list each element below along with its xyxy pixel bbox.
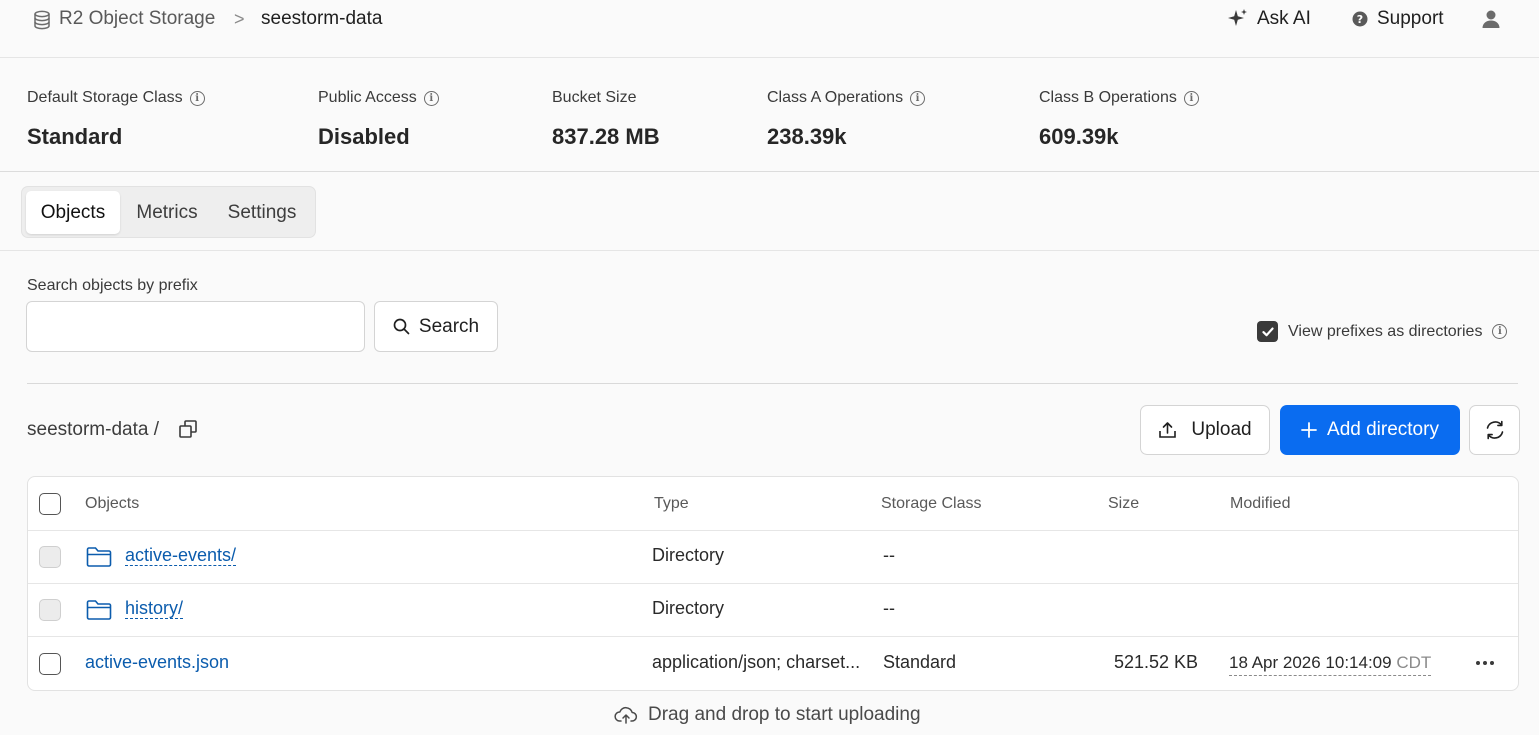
folder-icon [86,546,112,568]
view-prefixes-label: View prefixes as directories [1288,322,1483,340]
column-header-objects[interactable]: Objects [85,495,139,513]
sparkle-icon [1227,8,1249,30]
search-label: Search objects by prefix [27,277,198,294]
stat-label-text: Public Access [318,89,417,106]
object-storage-class: -- [883,598,895,618]
search-icon [393,318,410,335]
upload-icon [1158,421,1177,439]
stat-label-class-b-ops: Class B Operations i [1039,89,1199,107]
stat-value-storage-class: Standard [27,124,123,149]
refresh-button[interactable] [1469,405,1520,455]
breadcrumb-root-link[interactable]: R2 Object Storage [59,8,215,30]
stat-label-text: Class A Operations [767,89,904,106]
view-prefixes-checkbox[interactable] [1257,321,1278,342]
object-name-link[interactable]: active-events/ [125,545,236,566]
current-path: seestorm-data / [27,419,159,440]
search-button[interactable]: Search [374,301,498,352]
add-directory-button[interactable]: Add directory [1280,405,1460,455]
svg-text:?: ? [1357,13,1363,26]
column-header-modified[interactable]: Modified [1230,495,1290,513]
stat-label-text: Default Storage Class [27,89,183,106]
tab-settings[interactable]: Settings [214,191,310,234]
more-actions-icon[interactable] [1475,656,1495,670]
ask-ai-button[interactable]: Ask AI [1227,6,1311,32]
breadcrumb-separator: > [234,9,245,29]
table-row[interactable]: active-events.json application/json; cha… [28,637,1518,690]
table-row[interactable]: active-events/ Directory -- [28,531,1518,584]
stat-label-text: Class B Operations [1039,89,1177,106]
plus-icon [1301,422,1317,438]
table-header: Objects Type Storage Class Size Modified [28,477,1518,531]
stat-label-text: Bucket Size [552,89,637,106]
info-icon[interactable]: i [423,90,439,106]
add-directory-label: Add directory [1327,419,1439,440]
tab-divider [0,250,1539,251]
modified-datetime: 18 Apr 2026 10:14:09 [1229,653,1392,672]
select-all-checkbox[interactable] [39,493,61,515]
object-type: application/json; charset... [652,652,861,672]
cloud-upload-icon [614,705,638,725]
support-label: Support [1377,8,1444,29]
user-avatar-icon[interactable] [1481,9,1501,29]
object-name-link[interactable]: active-events.json [85,652,229,673]
section-divider [27,383,1518,384]
support-button[interactable]: ? Support [1351,6,1444,32]
tab-bar: Objects Metrics Settings [21,186,316,238]
stat-label-class-a-ops: Class A Operations i [767,89,926,107]
object-storage-class: -- [883,545,895,565]
info-icon[interactable]: i [1183,90,1199,106]
bucket-stats: Default Storage Class i Standard Public … [0,58,1539,172]
objects-table: Objects Type Storage Class Size Modified… [27,476,1519,691]
row-checkbox [39,599,61,621]
copy-icon[interactable] [178,419,198,439]
folder-icon [86,599,112,621]
search-input[interactable] [26,301,365,352]
info-icon[interactable]: i [1492,324,1508,339]
top-bar: R2 Object Storage > seestorm-data Ask AI… [0,0,1539,58]
stat-value-bucket-size: 837.28 MB [552,124,660,149]
object-storage-class: Standard [883,652,957,672]
search-button-label: Search [418,315,480,337]
tab-objects[interactable]: Objects [26,191,120,234]
table-row[interactable]: history/ Directory -- [28,584,1518,637]
info-icon[interactable]: i [189,90,205,106]
info-icon[interactable]: i [910,90,926,106]
upload-button[interactable]: Upload [1140,405,1270,455]
stat-label-bucket-size: Bucket Size [552,89,636,107]
object-type: Directory [652,545,725,565]
database-icon [33,10,51,30]
object-modified[interactable]: 18 Apr 2026 10:14:09 CDT [1229,653,1432,676]
refresh-icon [1484,419,1506,441]
breadcrumb-current: seestorm-data [261,8,383,29]
stat-value-class-a-ops: 238.39k [767,124,847,149]
dropzone[interactable]: Drag and drop to start uploading [614,704,921,726]
upload-label: Upload [1191,419,1252,440]
ask-ai-label: Ask AI [1257,8,1311,29]
stat-value-class-b-ops: 609.39k [1039,124,1119,149]
row-checkbox[interactable] [39,653,61,675]
column-header-storage-class[interactable]: Storage Class [881,495,982,513]
column-header-type[interactable]: Type [654,495,689,513]
stat-value-public-access: Disabled [318,124,410,149]
help-circle-icon: ? [1351,10,1369,28]
object-name-link[interactable]: history/ [125,598,183,619]
stat-label-public-access: Public Access i [318,89,439,107]
modified-timezone: CDT [1396,653,1432,672]
row-checkbox [39,546,61,568]
dropzone-label: Drag and drop to start uploading [648,704,921,725]
stat-label-storage-class: Default Storage Class i [27,89,205,107]
prefix-toggle: View prefixes as directories i [1257,321,1508,342]
object-type: Directory [652,598,725,618]
column-header-size[interactable]: Size [1108,495,1139,513]
tab-metrics[interactable]: Metrics [123,191,211,234]
object-size: 521.52 KB [1114,652,1199,672]
